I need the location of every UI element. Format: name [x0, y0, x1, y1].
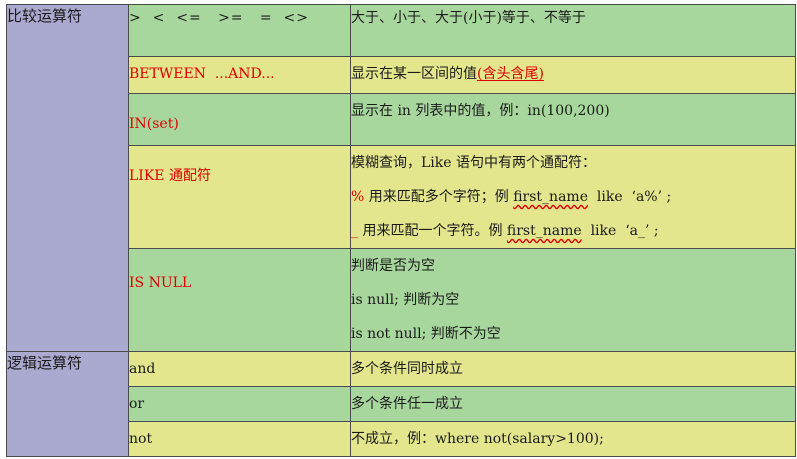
operator-compare-symbols: > < <= >= = <>: [129, 10, 309, 26]
operator-cell-in: IN(set): [128, 93, 351, 146]
operator-isnull: IS NULL: [129, 275, 192, 291]
operator-not: not: [129, 431, 153, 447]
operator-cell-like: LIKE 通配符: [128, 145, 351, 249]
operator-cell-not: not: [128, 421, 351, 457]
category-logical-operators: 逻辑运算符: [6, 351, 129, 457]
wildcard-underscore-example: like ‘a_’ ;: [581, 223, 659, 239]
description-cell-isnull: 判断是否为空 is null; 判断为空 is not null; 判断不为空: [350, 248, 796, 352]
operator-cell-isnull: IS NULL: [128, 248, 351, 352]
operator-cell-between: BETWEEN ...AND...: [128, 56, 351, 94]
wildcard-underscore-field: first_name: [506, 223, 582, 239]
table-row-and: 逻辑运算符 and 多个条件同时成立: [6, 351, 796, 457]
description-like-underscore: _ 用来匹配一个字符。例 first_name like ‘a_’ ;: [351, 214, 795, 248]
wildcard-percent-field: first_name: [513, 189, 588, 205]
operator-between: BETWEEN ...AND...: [129, 66, 275, 82]
operator-in: IN(set): [129, 116, 179, 132]
description-isnull-line-1: 判断是否为空: [351, 258, 435, 274]
operator-cell-or: or: [128, 386, 351, 422]
description-cell-in: 显示在 in 列表中的值，例：in(100,200): [350, 93, 796, 146]
description-and: 多个条件同时成立: [351, 361, 463, 377]
description-cell-compare: 大于、小于、大于(小于)等于、不等于: [350, 4, 796, 57]
operator-and: and: [129, 361, 156, 377]
description-isnull-line-2: is null; 判断为空: [351, 292, 460, 308]
description-cell-between: 显示在某一区间的值(含头含尾): [350, 56, 796, 94]
wildcard-underscore-text: 用来匹配一个字符。例: [358, 223, 507, 239]
wildcard-underscore-symbol: _: [351, 223, 358, 239]
wildcard-percent-symbol: %: [351, 189, 365, 205]
description-cell-and: 多个条件同时成立: [350, 351, 796, 387]
description-compare: 大于、小于、大于(小于)等于、不等于: [351, 10, 586, 26]
description-not: 不成立，例：where not(salary>100);: [351, 431, 604, 447]
sql-operators-table: 比较运算符 > < <= >= = <> 大于、小于、大于(小于)等于、不等于 …: [6, 4, 796, 457]
wildcard-percent-example: like ‘a%’ ;: [587, 189, 672, 205]
operator-cell-compare: > < <= >= = <>: [128, 4, 351, 57]
description-cell-not: 不成立，例：where not(salary>100);: [350, 421, 796, 457]
description-between-inclusive-note: (含头含尾): [477, 66, 544, 82]
description-in: 显示在 in 列表中的值，例：in(100,200): [351, 103, 610, 119]
table-row-compare: 比较运算符 > < <= >= = <> 大于、小于、大于(小于)等于、不等于: [6, 4, 796, 352]
description-between: 显示在某一区间的值(含头含尾): [351, 57, 795, 91]
wildcard-percent-text: 用来匹配多个字符；例: [364, 189, 514, 205]
operator-cell-and: and: [128, 351, 351, 387]
category-comparison-operators: 比较运算符: [6, 4, 129, 352]
operator-or: or: [129, 396, 145, 412]
description-between-text: 显示在某一区间的值: [351, 66, 477, 82]
description-cell-like: 模糊查询，Like 语句中有两个通配符： % 用来匹配多个字符；例 first_…: [350, 145, 796, 249]
operator-like: LIKE 通配符: [129, 168, 211, 184]
description-like-title: 模糊查询，Like 语句中有两个通配符：: [351, 155, 596, 171]
description-cell-or: 多个条件任一成立: [350, 386, 796, 422]
description-like-percent: % 用来匹配多个字符；例 first_name like ‘a%’ ;: [351, 180, 795, 214]
description-isnull-line-3: is not null; 判断不为空: [351, 326, 501, 342]
description-or: 多个条件任一成立: [351, 396, 463, 412]
